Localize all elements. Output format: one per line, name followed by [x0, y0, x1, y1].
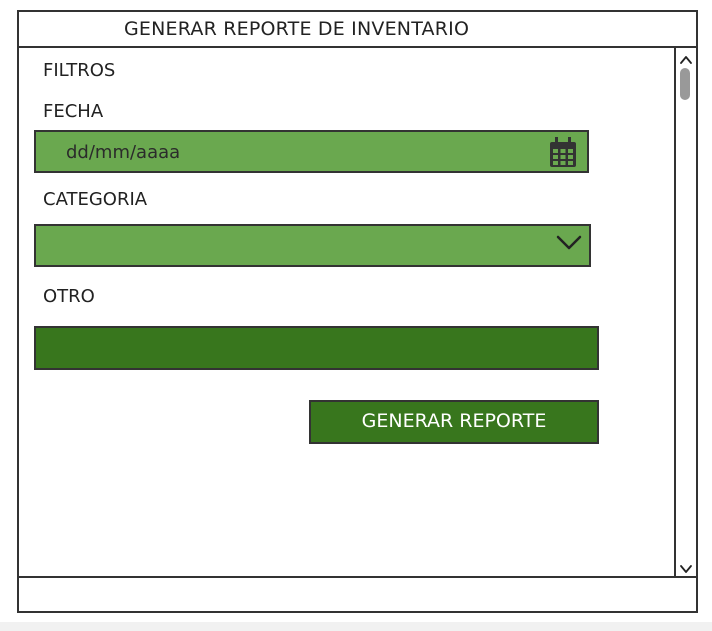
chevron-down-icon[interactable] — [679, 560, 693, 573]
filters-heading: FILTROS — [43, 60, 116, 81]
calendar-icon[interactable] — [547, 136, 579, 170]
report-window: GENERAR REPORTE DE INVENTARIO FILTROS FE… — [17, 10, 698, 613]
category-label: CATEGORIA — [43, 189, 148, 210]
generate-report-button[interactable]: GENERAR REPORTE — [309, 400, 599, 444]
title-bar: GENERAR REPORTE DE INVENTARIO — [19, 12, 696, 48]
date-label: FECHA — [43, 101, 104, 122]
canvas: GENERAR REPORTE DE INVENTARIO FILTROS FE… — [0, 0, 712, 631]
status-bar — [19, 576, 696, 611]
chevron-up-icon[interactable] — [679, 51, 693, 64]
other-field[interactable] — [34, 326, 599, 370]
chevron-down-icon[interactable] — [555, 234, 583, 252]
category-select[interactable] — [34, 224, 591, 267]
scroll-thumb[interactable] — [680, 68, 690, 100]
window-title: GENERAR REPORTE DE INVENTARIO — [124, 18, 470, 40]
bottom-strip — [0, 622, 712, 631]
vertical-scrollbar[interactable] — [674, 48, 696, 576]
other-label: OTRO — [43, 286, 95, 307]
date-field[interactable]: dd/mm/aaaa — [34, 130, 589, 173]
filters-panel: FILTROS FECHA dd/mm/aaaa CATEGORIA OTRO … — [19, 48, 674, 576]
date-placeholder: dd/mm/aaaa — [66, 142, 181, 163]
